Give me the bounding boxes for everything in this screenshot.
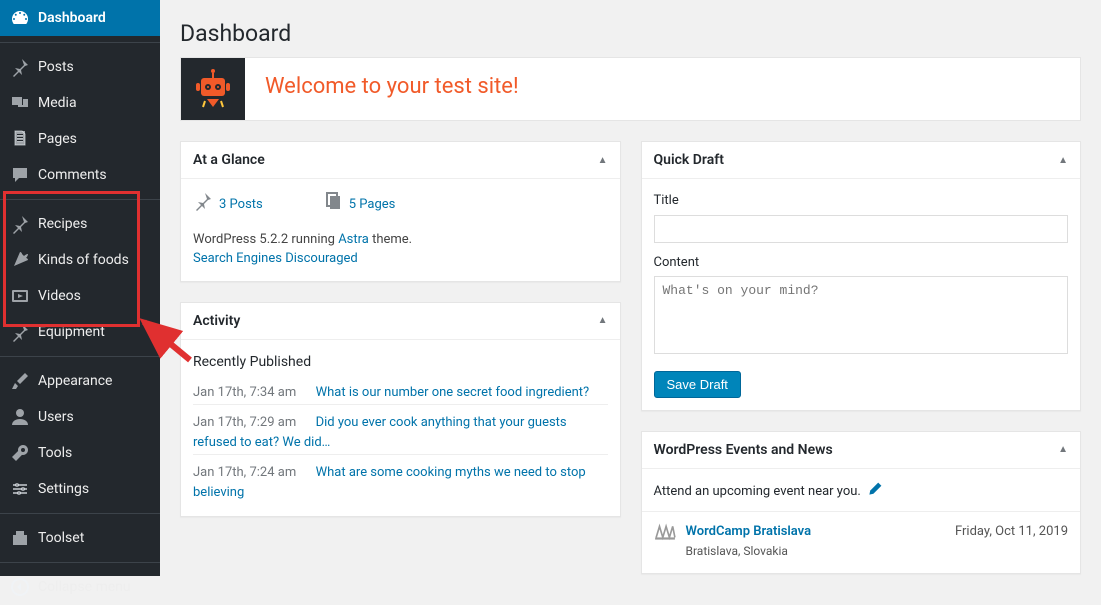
glance-posts-link[interactable]: 3 Posts xyxy=(193,191,263,218)
sliders-icon xyxy=(10,479,30,499)
comment-icon xyxy=(10,165,30,185)
divider xyxy=(642,511,1081,512)
video-icon xyxy=(10,286,30,306)
save-draft-button[interactable]: Save Draft xyxy=(654,371,741,398)
gauge-icon xyxy=(10,8,30,28)
sidebar-item-posts[interactable]: Posts xyxy=(0,49,160,85)
toggle-icon[interactable]: ▲ xyxy=(1058,444,1068,455)
sidebar-item-label: Tools xyxy=(38,445,150,461)
sidebar-item-label: Equipment xyxy=(38,324,150,340)
welcome-panel: Welcome to your test site! xyxy=(180,57,1081,121)
toggle-icon[interactable]: ▲ xyxy=(1058,155,1068,166)
activity-item: Jan 17th, 7:29 am Did you ever cook anyt… xyxy=(193,404,608,454)
events-news-box: WordPress Events and News ▲ Attend an up… xyxy=(641,431,1082,575)
user-icon xyxy=(10,407,30,427)
pages-icon xyxy=(10,129,30,149)
quick-draft-box: Quick Draft ▲ Title Content Save Draft xyxy=(641,141,1082,411)
activity-box: Activity ▲ Recently Published Jan 17th, … xyxy=(180,302,621,518)
sidebar-item-label: Media xyxy=(38,95,150,111)
activity-item: Jan 17th, 7:34 am What is our number one… xyxy=(193,383,608,405)
events-title: WordPress Events and News xyxy=(654,442,833,458)
pencil-icon[interactable] xyxy=(867,481,883,504)
glance-pages-link[interactable]: 5 Pages xyxy=(323,191,396,218)
draft-title-input[interactable] xyxy=(654,215,1069,243)
pin-icon xyxy=(10,214,30,234)
wrench-icon xyxy=(10,443,30,463)
sidebar-item-pages[interactable]: Pages xyxy=(0,121,160,157)
sidebar-item-label: Comments xyxy=(38,167,150,183)
draft-content-label: Content xyxy=(654,253,1069,273)
sidebar-item-label: Appearance xyxy=(38,373,150,389)
sidebar-item-label: Kinds of foods xyxy=(38,252,150,268)
activity-item-link[interactable]: What is our number one secret food ingre… xyxy=(316,385,590,400)
sidebar-item-recipes[interactable]: Recipes xyxy=(0,206,160,242)
theme-link[interactable]: Astra xyxy=(338,232,369,247)
carrot-icon xyxy=(10,250,30,270)
quick-draft-title: Quick Draft xyxy=(654,152,724,168)
welcome-text: Welcome to your test site! xyxy=(245,58,539,120)
activity-item: Jan 17th, 7:24 am What are some cooking … xyxy=(193,454,608,504)
sidebar-item-videos[interactable]: Videos xyxy=(0,278,160,314)
wordcamp-icon xyxy=(654,522,676,561)
sidebar-item-media[interactable]: Media xyxy=(0,85,160,121)
sidebar-item-users[interactable]: Users xyxy=(0,399,160,435)
seo-notice-link[interactable]: Search Engines Discouraged xyxy=(193,251,358,266)
event-date: Friday, Oct 11, 2019 xyxy=(955,522,1068,561)
sidebar-item-label: Videos xyxy=(38,288,150,304)
glance-pages-label: 5 Pages xyxy=(349,195,396,215)
sidebar-item-tools[interactable]: Tools xyxy=(0,435,160,471)
sidebar-item-equipment[interactable]: Equipment xyxy=(0,314,160,350)
pin-icon xyxy=(10,322,30,342)
at-a-glance-title: At a Glance xyxy=(193,152,265,168)
toggle-icon[interactable]: ▲ xyxy=(598,315,608,326)
sidebar-item-toolset[interactable]: Toolset xyxy=(0,520,160,556)
brush-icon xyxy=(10,371,30,391)
pin-icon xyxy=(10,57,30,77)
sidebar-item-kinds-of-foods[interactable]: Kinds of foods xyxy=(0,242,160,278)
sidebar-item-label: Recipes xyxy=(38,216,150,232)
activity-subtitle: Recently Published xyxy=(193,352,608,373)
copy-icon xyxy=(323,191,343,218)
draft-title-label: Title xyxy=(654,191,1069,211)
sidebar-item-settings[interactable]: Settings xyxy=(0,471,160,507)
event-location: Bratislava, Slovakia xyxy=(686,544,788,558)
sidebar-item-label: Pages xyxy=(38,131,150,147)
collapse-icon xyxy=(10,577,30,597)
block-icon xyxy=(10,528,30,548)
sidebar-item-label: Collapse menu xyxy=(38,579,150,595)
at-a-glance-box: At a Glance ▲ 3 Posts 5 Pages xyxy=(180,141,621,282)
activity-title: Activity xyxy=(193,313,240,329)
page-title: Dashboard xyxy=(180,0,1081,57)
sidebar-item-label: Users xyxy=(38,409,150,425)
event-name-link[interactable]: WordCamp Bratislava xyxy=(686,524,812,539)
media-icon xyxy=(10,93,30,113)
sidebar-item-dashboard[interactable]: Dashboard xyxy=(0,0,160,36)
sidebar-item-label: Settings xyxy=(38,481,150,497)
sidebar-item-label: Dashboard xyxy=(38,10,150,26)
robot-icon xyxy=(181,58,245,120)
event-item: WordCamp Bratislava Bratislava, Slovakia… xyxy=(654,522,1069,561)
events-intro-text: Attend an upcoming event near you. xyxy=(654,482,861,502)
pin-icon xyxy=(193,191,213,218)
sidebar-item-collapse[interactable]: Collapse menu xyxy=(0,569,160,605)
sidebar-item-comments[interactable]: Comments xyxy=(0,157,160,193)
admin-sidebar: Dashboard Posts Media Pages Comments Rec… xyxy=(0,0,160,576)
toggle-icon[interactable]: ▲ xyxy=(598,155,608,166)
sidebar-item-appearance[interactable]: Appearance xyxy=(0,363,160,399)
glance-posts-label: 3 Posts xyxy=(219,195,263,215)
draft-content-textarea[interactable] xyxy=(654,276,1069,354)
sidebar-item-label: Posts xyxy=(38,59,150,75)
sidebar-item-label: Toolset xyxy=(38,530,150,546)
glance-footer: WordPress 5.2.2 running Astra theme. xyxy=(193,230,608,250)
main-content: Dashboard Welcome to your test site! xyxy=(160,0,1101,576)
